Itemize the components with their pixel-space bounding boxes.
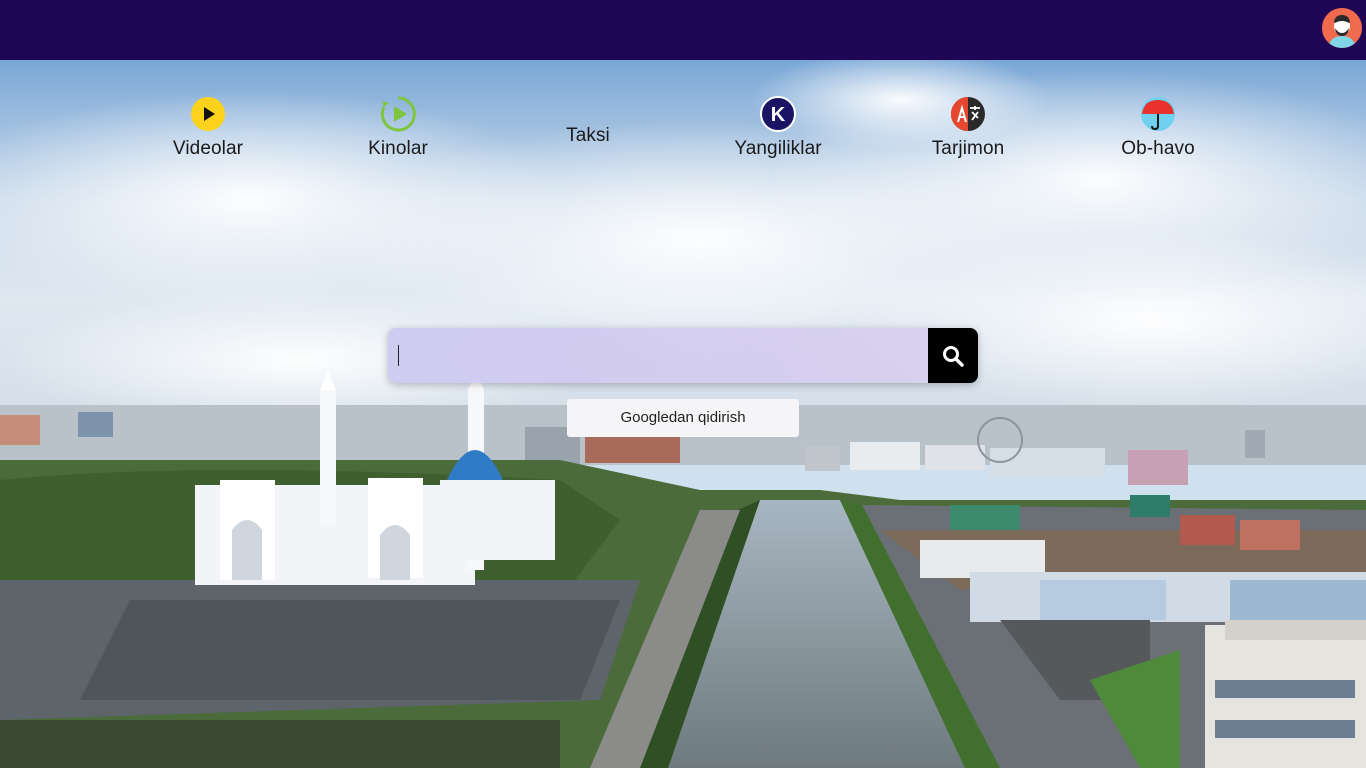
translate-icon <box>951 97 985 131</box>
nav-label-taksi: Taksi <box>566 125 610 146</box>
nav-item-yangiliklar[interactable]: K Yangiliklar <box>698 96 858 160</box>
nav-item-ob-havo[interactable]: Ob-havo <box>1078 96 1238 160</box>
nav-item-kinolar[interactable]: Kinolar <box>318 96 478 160</box>
umbrella-icon <box>1141 97 1175 131</box>
top-bar <box>0 0 1366 60</box>
nav-item-taksi[interactable]: Taksi <box>508 96 668 147</box>
nav-label-kinolar: Kinolar <box>368 138 428 159</box>
k-news-icon: K <box>760 96 796 132</box>
search-button[interactable] <box>928 328 978 383</box>
svg-text:K: K <box>771 104 786 126</box>
search-icon <box>943 346 964 367</box>
avatar-icon <box>1322 8 1362 48</box>
nav-item-videolar[interactable]: Videolar <box>128 96 288 160</box>
text-cursor <box>398 345 399 366</box>
nav-label-tarjimon: Tarjimon <box>931 138 1005 159</box>
nav-item-tarjimon[interactable]: Tarjimon <box>888 96 1048 160</box>
google-search-button[interactable]: Googledan qidirish <box>567 399 799 437</box>
nav-label-ob-havo: Ob-havo <box>1121 138 1195 159</box>
user-avatar[interactable] <box>1322 8 1362 48</box>
search-input[interactable] <box>388 328 928 383</box>
movie-play-icon <box>380 96 416 132</box>
play-icon <box>191 97 225 131</box>
quick-links-nav: Videolar Kinolar Taksi K Yangiliklar Tar… <box>0 96 1366 176</box>
nav-label-yangiliklar: Yangiliklar <box>734 138 822 159</box>
nav-label-videolar: Videolar <box>172 138 244 159</box>
search-bar <box>388 328 978 383</box>
